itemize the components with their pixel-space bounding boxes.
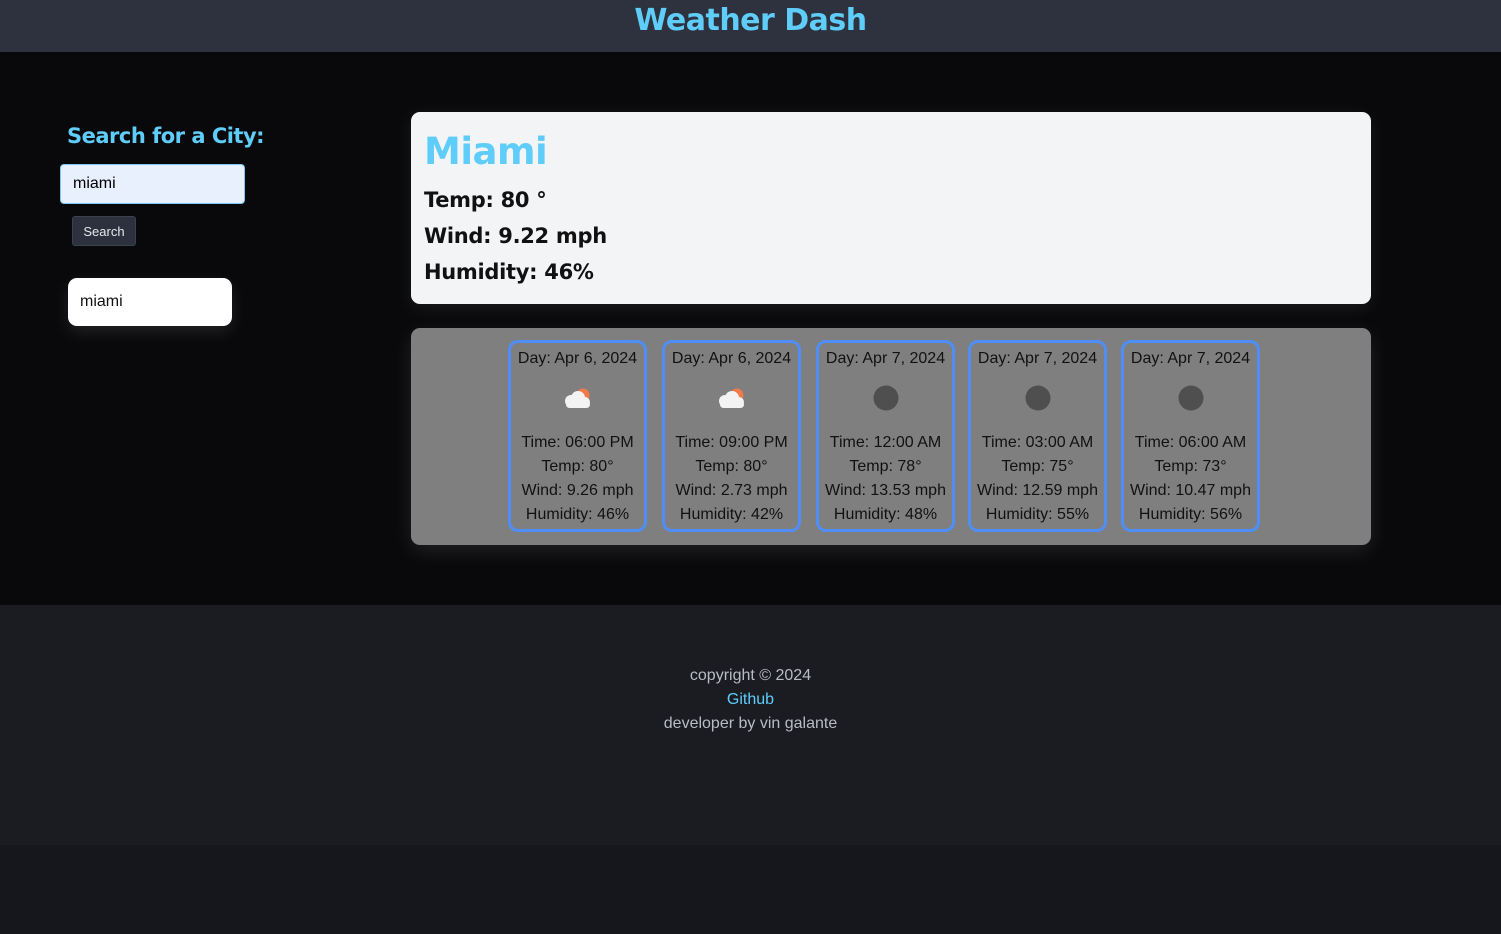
dark-dot-icon	[873, 385, 898, 411]
forecast-time: Time: 03:00 AM	[981, 434, 1094, 451]
forecast-wind: Wind: 10.47 mph	[1130, 482, 1251, 499]
forecast-humidity: Humidity: 46%	[525, 506, 630, 523]
github-link[interactable]: Github	[0, 691, 1501, 709]
forecast-time: Time: 06:00 PM	[521, 434, 634, 451]
forecast-wind: Wind: 9.26 mph	[521, 482, 634, 499]
current-wind: Wind: 9.22 mph	[424, 224, 607, 248]
forecast-humidity: Humidity: 56%	[1138, 506, 1243, 523]
forecast-humidity: Humidity: 55%	[985, 506, 1090, 523]
page-title: Weather Dash	[634, 3, 867, 38]
forecast-day: Day: Apr 6, 2024	[671, 350, 792, 367]
partly-cloudy-sun-icon	[564, 388, 590, 408]
forecast-humidity: Humidity: 48%	[833, 506, 938, 523]
forecast-day: Day: Apr 7, 2024	[825, 350, 946, 367]
forecast-day: Day: Apr 7, 2024	[977, 350, 1098, 367]
search-button[interactable]: Search	[72, 216, 136, 246]
forecast-card: Day: Apr 7, 2024 Time: 06:00 AM Temp: 73…	[1121, 340, 1260, 532]
current-humidity: Humidity: 46%	[424, 260, 594, 284]
developer-credit: developer by vin galante	[663, 715, 838, 732]
forecast-temp: Temp: 80°	[541, 458, 614, 475]
page-bottom-background	[0, 845, 1501, 934]
forecast-panel: Day: Apr 6, 2024 Time: 06:00 PM Temp: 80…	[411, 328, 1371, 545]
forecast-day: Day: Apr 7, 2024	[1130, 350, 1251, 367]
forecast-wind: Wind: 12.59 mph	[977, 482, 1098, 499]
forecast-temp: Temp: 80°	[695, 458, 768, 475]
search-history-item[interactable]: miami	[68, 278, 232, 326]
forecast-time: Time: 12:00 AM	[829, 434, 942, 451]
forecast-card: Day: Apr 7, 2024 Time: 12:00 AM Temp: 78…	[816, 340, 955, 532]
app-header: Weather Dash	[0, 0, 1501, 52]
forecast-card: Day: Apr 6, 2024 Time: 06:00 PM Temp: 80…	[508, 340, 647, 532]
forecast-humidity: Humidity: 42%	[679, 506, 784, 523]
forecast-day: Day: Apr 6, 2024	[517, 350, 638, 367]
forecast-temp: Temp: 75°	[1001, 458, 1074, 475]
search-heading: Search for a City:	[67, 124, 265, 148]
forecast-time: Time: 09:00 PM	[675, 434, 788, 451]
dark-dot-icon	[1025, 385, 1050, 411]
dark-dot-icon	[1178, 385, 1203, 411]
city-search-input[interactable]	[60, 164, 245, 204]
main-content: Search for a City: Search miami Miami Te…	[0, 52, 1501, 605]
current-city-name: Miami	[424, 130, 548, 173]
copyright-text: copyright © 2024	[689, 667, 812, 684]
forecast-time: Time: 06:00 AM	[1134, 434, 1247, 451]
current-weather-card: Miami Temp: 80 ° Wind: 9.22 mph Humidity…	[411, 112, 1371, 304]
page-footer: copyright © 2024 Github developer by vin…	[0, 605, 1501, 845]
forecast-wind: Wind: 13.53 mph	[825, 482, 946, 499]
partly-cloudy-sun-icon	[718, 388, 744, 408]
forecast-temp: Temp: 73°	[1154, 458, 1227, 475]
forecast-card: Day: Apr 6, 2024 Time: 09:00 PM Temp: 80…	[662, 340, 801, 532]
forecast-wind: Wind: 2.73 mph	[675, 482, 788, 499]
forecast-temp: Temp: 78°	[849, 458, 922, 475]
current-temp: Temp: 80 °	[424, 188, 547, 212]
forecast-card: Day: Apr 7, 2024 Time: 03:00 AM Temp: 75…	[968, 340, 1107, 532]
